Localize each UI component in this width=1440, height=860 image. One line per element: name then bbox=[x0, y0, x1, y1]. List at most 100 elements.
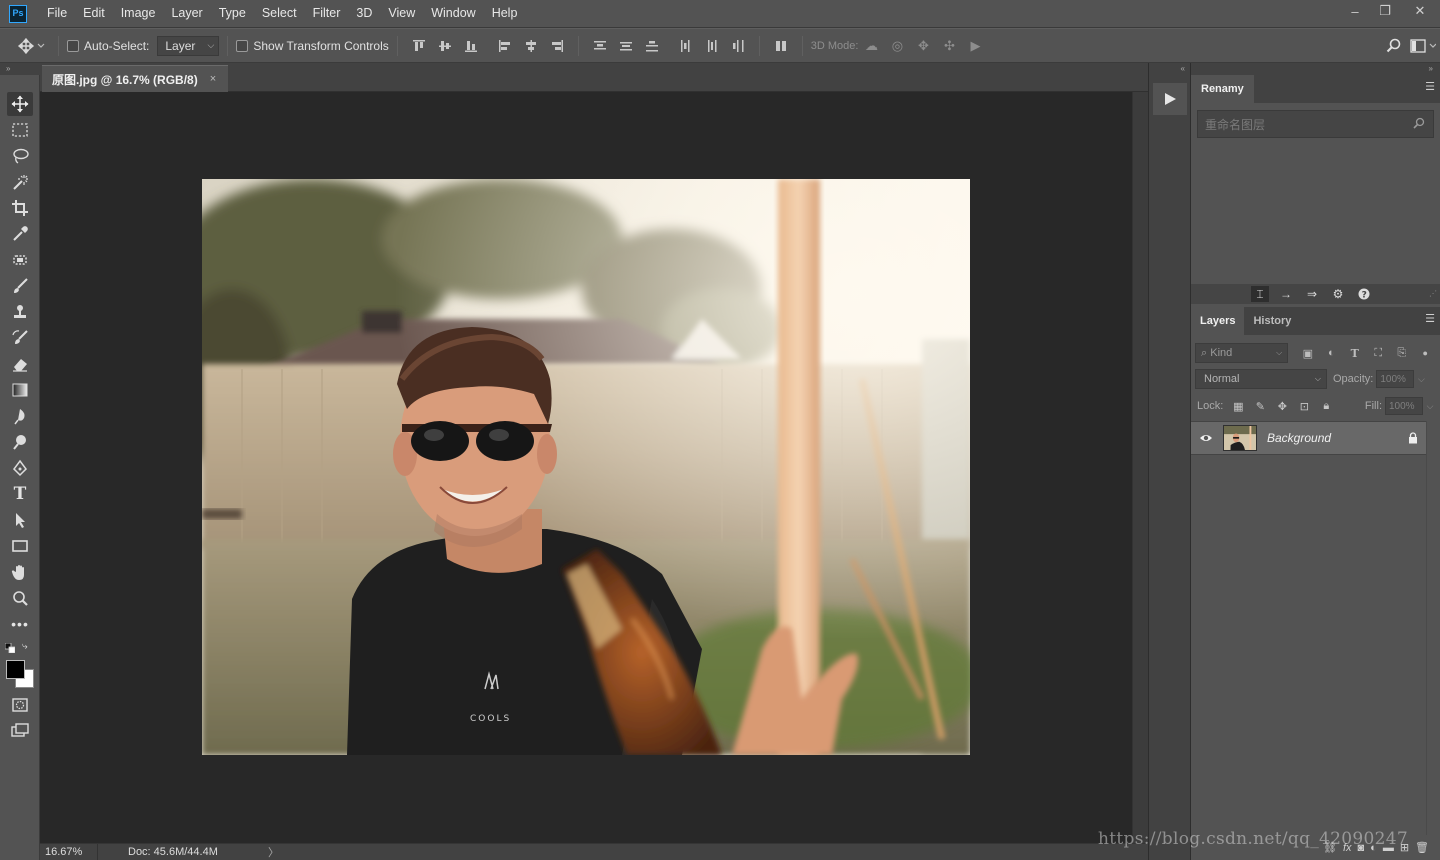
magic-wand-tool-icon[interactable] bbox=[7, 170, 33, 194]
move-tool-preset-icon[interactable] bbox=[14, 35, 50, 57]
actions-panel-play-icon[interactable] bbox=[1153, 83, 1187, 115]
align-top-icon[interactable] bbox=[406, 35, 432, 57]
fx-icon[interactable]: fx bbox=[1343, 842, 1352, 854]
lock-transparent-icon[interactable]: ▦ bbox=[1227, 400, 1249, 413]
filter-kind-dropdown[interactable]: ⌕ Kind ⌵ bbox=[1195, 343, 1289, 363]
gear-icon[interactable]: ⚙ bbox=[1329, 286, 1347, 302]
crop-tool-icon[interactable] bbox=[7, 196, 33, 220]
rectangle-tool-icon[interactable] bbox=[7, 534, 33, 558]
adjustment-layer-icon[interactable]: ◐ bbox=[1370, 842, 1377, 854]
right-dock-collapse-toggle[interactable]: » bbox=[1191, 63, 1440, 75]
blend-mode-dropdown[interactable]: Normal ⌵ bbox=[1195, 369, 1327, 389]
menu-layer[interactable]: Layer bbox=[163, 0, 210, 28]
panel-menu-icon[interactable]: ☰ bbox=[1425, 82, 1435, 93]
swap-colors-icon[interactable]: ⤷ bbox=[22, 641, 28, 652]
menu-file[interactable]: File bbox=[39, 0, 75, 28]
zoom-tool-icon[interactable] bbox=[7, 586, 33, 610]
align-right-icon[interactable] bbox=[544, 35, 570, 57]
layers-scrollbar[interactable] bbox=[1426, 421, 1440, 841]
filter-shape-icon[interactable]: ⛶ bbox=[1367, 347, 1390, 360]
dock-collapse-toggle[interactable]: « bbox=[1149, 63, 1190, 75]
distribute-top-icon[interactable] bbox=[587, 35, 613, 57]
auto-select-target-dropdown[interactable]: Layer ⌵ bbox=[157, 35, 220, 56]
distribute-right-icon[interactable] bbox=[725, 35, 751, 57]
more-tools-icon[interactable]: ••• bbox=[7, 612, 33, 636]
group-folder-icon[interactable]: ▬ bbox=[1383, 842, 1394, 854]
distribute-hcenter-icon[interactable] bbox=[699, 35, 725, 57]
menu-view[interactable]: View bbox=[380, 0, 423, 28]
path-selection-tool-icon[interactable] bbox=[7, 508, 33, 532]
filter-pixel-icon[interactable]: ▣ bbox=[1296, 347, 1319, 360]
slide-3d-icon[interactable]: ✣ bbox=[936, 35, 962, 57]
document-image[interactable]: COOLS bbox=[202, 179, 970, 755]
filter-toggle-icon[interactable]: ● bbox=[1413, 348, 1436, 358]
lock-all-icon[interactable]: 🔒︎ bbox=[1315, 400, 1337, 413]
search-icon[interactable] bbox=[1380, 35, 1406, 57]
default-colors-icon[interactable] bbox=[4, 642, 16, 654]
blur-tool-icon[interactable] bbox=[7, 404, 33, 428]
align-left-icon[interactable] bbox=[492, 35, 518, 57]
canvas-vertical-scrollbar[interactable] bbox=[1132, 92, 1148, 843]
hand-tool-icon[interactable] bbox=[7, 560, 33, 584]
filter-type-icon[interactable]: T bbox=[1343, 347, 1366, 360]
distribute-bottom-icon[interactable] bbox=[639, 35, 665, 57]
arrow-right-icon[interactable]: → bbox=[1277, 286, 1295, 302]
brush-tool-icon[interactable] bbox=[7, 274, 33, 298]
layer-name[interactable]: Background bbox=[1267, 431, 1400, 445]
dodge-tool-icon[interactable] bbox=[7, 430, 33, 454]
lock-artboard-icon[interactable]: ⊡ bbox=[1293, 400, 1315, 413]
rename-icon[interactable]: ⌶ bbox=[1251, 286, 1269, 302]
show-transform-checkbox[interactable] bbox=[236, 39, 249, 52]
layer-lock-icon[interactable] bbox=[1400, 432, 1426, 444]
toolbox-collapse-toggle[interactable]: » bbox=[0, 63, 40, 75]
menu-filter[interactable]: Filter bbox=[305, 0, 349, 28]
eyedropper-tool-icon[interactable] bbox=[7, 222, 33, 246]
add-mask-icon[interactable]: ◙ bbox=[1358, 842, 1365, 854]
opacity-slider-arrow-icon[interactable]: ⌵ bbox=[1414, 370, 1428, 388]
menu-type[interactable]: Type bbox=[211, 0, 254, 28]
type-tool-icon[interactable]: T bbox=[7, 482, 33, 506]
new-layer-icon[interactable]: ⊞ bbox=[1400, 841, 1409, 854]
trash-icon[interactable]: 🗑︎ bbox=[1415, 841, 1429, 854]
align-bottom-icon[interactable] bbox=[458, 35, 484, 57]
menu-image[interactable]: Image bbox=[113, 0, 164, 28]
double-arrow-right-icon[interactable]: ⇒ bbox=[1303, 286, 1321, 302]
align-hcenter-icon[interactable] bbox=[518, 35, 544, 57]
eraser-tool-icon[interactable] bbox=[7, 352, 33, 376]
close-tab-icon[interactable]: × bbox=[210, 73, 216, 85]
panel-menu-icon[interactable]: ☰ bbox=[1425, 314, 1435, 325]
lasso-tool-icon[interactable] bbox=[7, 144, 33, 168]
status-menu-arrow-icon[interactable]: 〉 bbox=[268, 844, 279, 860]
marquee-tool-icon[interactable] bbox=[7, 118, 33, 142]
restore-button[interactable]: ❐ bbox=[1370, 0, 1400, 22]
screen-mode-icon[interactable] bbox=[7, 719, 33, 743]
auto-align-icon[interactable] bbox=[768, 35, 794, 57]
close-window-button[interactable]: ✕ bbox=[1400, 0, 1440, 22]
fill-input[interactable]: 100% bbox=[1385, 397, 1423, 415]
align-vcenter-icon[interactable] bbox=[432, 35, 458, 57]
gradient-tool-icon[interactable] bbox=[7, 378, 33, 402]
quick-mask-icon[interactable] bbox=[7, 693, 33, 717]
menu-3d[interactable]: 3D bbox=[348, 0, 380, 28]
tab-renamy[interactable]: Renamy bbox=[1191, 75, 1254, 103]
opacity-input[interactable]: 100% bbox=[1376, 370, 1415, 388]
minimize-button[interactable]: – bbox=[1340, 0, 1370, 22]
document-size-info[interactable]: Doc: 45.6M/44.4M bbox=[98, 846, 268, 858]
history-brush-tool-icon[interactable] bbox=[7, 326, 33, 350]
move-tool-icon[interactable] bbox=[7, 92, 33, 116]
pan-3d-icon[interactable]: ✥ bbox=[910, 35, 936, 57]
panel-resize-grip[interactable]: ⋰ bbox=[1429, 289, 1437, 298]
link-layers-icon[interactable]: ⛓ bbox=[1323, 841, 1337, 854]
orbit-3d-icon[interactable]: ☁ bbox=[858, 35, 884, 57]
tab-layers[interactable]: Layers bbox=[1191, 307, 1245, 335]
roll-3d-icon[interactable]: ◎ bbox=[884, 35, 910, 57]
distribute-left-icon[interactable] bbox=[673, 35, 699, 57]
distribute-vcenter-icon[interactable] bbox=[613, 35, 639, 57]
pen-tool-icon[interactable] bbox=[7, 456, 33, 480]
menu-window[interactable]: Window bbox=[423, 0, 483, 28]
filter-smart-object-icon[interactable]: ⎘ bbox=[1390, 347, 1413, 360]
document-tab[interactable]: 原图.jpg @ 16.7% (RGB/8) × bbox=[42, 65, 229, 92]
layer-row[interactable]: Background bbox=[1191, 421, 1426, 455]
foreground-color-swatch[interactable] bbox=[6, 660, 25, 679]
visibility-eye-icon[interactable] bbox=[1191, 433, 1221, 443]
